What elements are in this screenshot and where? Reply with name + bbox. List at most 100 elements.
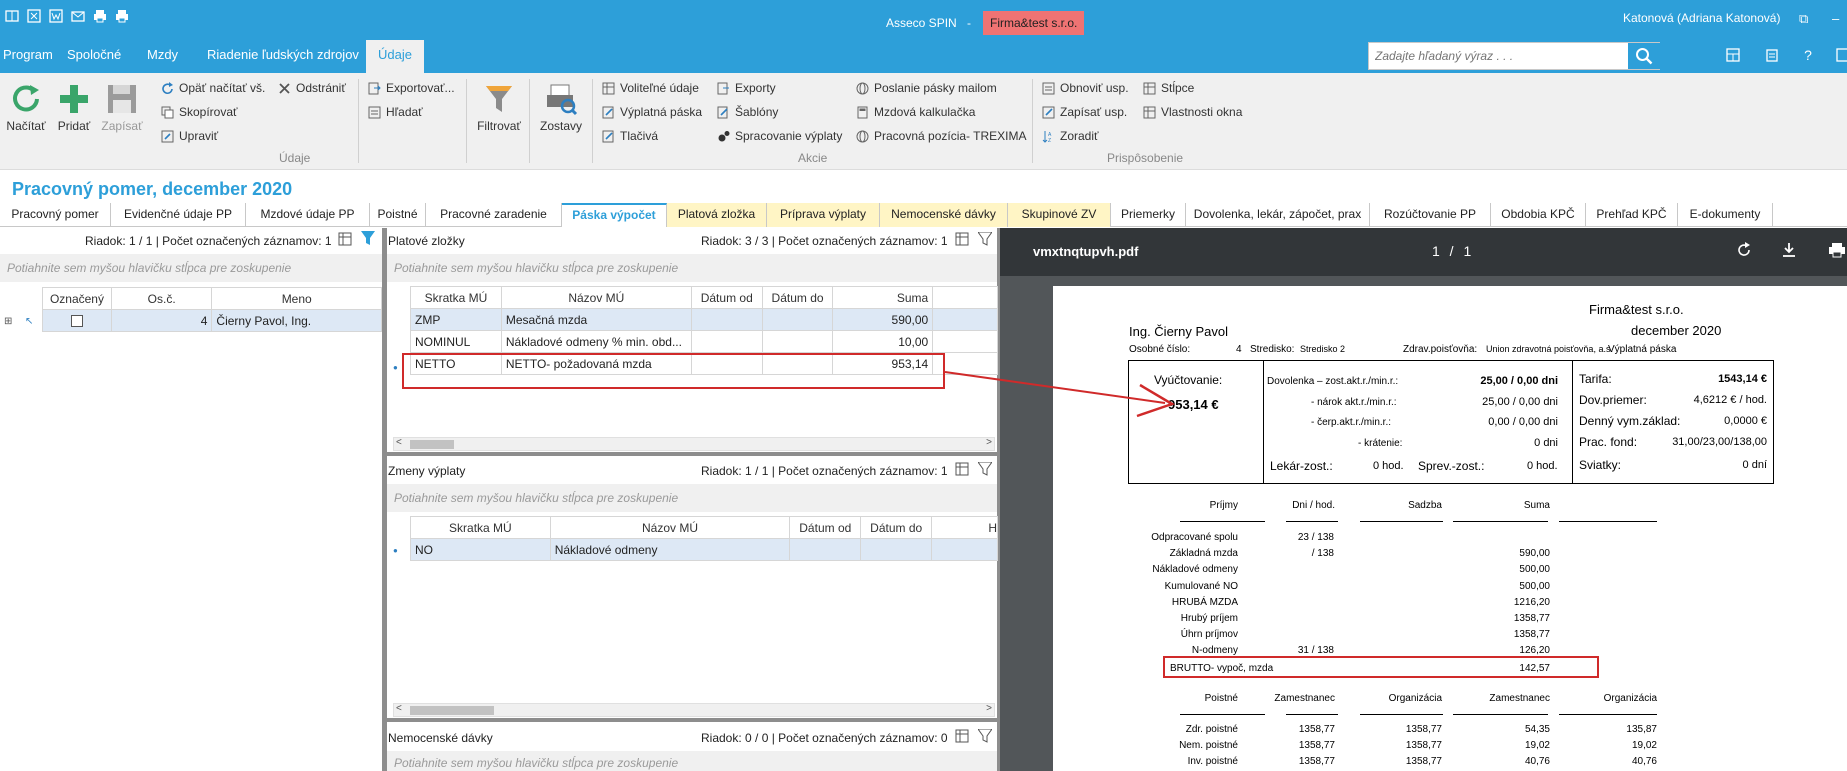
tab-pracovny-pomer[interactable]: Pracovný pomer [0,203,111,227]
help-icon[interactable]: ? [1797,44,1819,66]
minimize-window-icon[interactable]: – [1832,11,1839,26]
tab-pracovne-zaradenie[interactable]: Pracovné zaradenie [426,203,562,227]
word-icon[interactable] [48,8,64,24]
zostavy-button[interactable]: Zostavy [536,79,586,133]
platove-hscroll[interactable]: < > [393,437,995,451]
filter-active-icon[interactable] [361,231,375,249]
col-h[interactable]: H [931,516,998,539]
nemoc-filter-icon[interactable] [977,728,993,746]
tab-rozuctovanie[interactable]: Rozúčtovanie PP [1370,203,1491,227]
vyplatna-paska-button[interactable]: Výplatná páska [601,105,702,119]
pdf-print-icon[interactable] [1828,242,1846,261]
nemoc-columns-icon[interactable] [955,729,969,746]
tab-paska-vypocet[interactable]: Páska výpočet [562,203,667,227]
tab-platova-zlozka[interactable]: Platová zložka [667,203,767,227]
menu-program[interactable]: Program [3,40,53,73]
clipboard-icon[interactable] [1761,44,1783,66]
search-button[interactable] [1628,43,1660,69]
row-checkbox[interactable] [70,315,83,328]
print-icon[interactable] [92,8,108,24]
book-icon[interactable] [4,8,20,24]
col-osc[interactable]: Os.č. [110,287,213,310]
columns-chooser-icon[interactable] [338,232,352,249]
tab-priemerky[interactable]: Priemerky [1111,203,1186,227]
zmeny-hscroll[interactable]: < > [393,703,995,717]
scroll-left-icon[interactable]: < [396,437,402,448]
col-datum-do[interactable]: Dátum do [761,286,834,309]
table-row[interactable]: NO Nákladové odmeny [410,538,998,561]
platove-columns-icon[interactable] [955,232,969,249]
col-suma[interactable]: Suma [832,286,934,309]
zmeny-columns-icon[interactable] [955,462,969,479]
exportovat-button[interactable]: Exportovať... [367,81,455,95]
zoradit-button[interactable]: A Z Zoradiť [1041,129,1099,143]
tab-mzdove-udaje[interactable]: Mzdové údaje PP [246,203,370,227]
opat-nacitat-button[interactable]: Opäť načítať vš. [160,81,265,95]
skopirovat-button[interactable]: Skopírovať [160,105,238,119]
tab-e-dokumenty[interactable]: E-dokumenty [1678,203,1773,227]
expand-row-icon[interactable]: ⊞ [4,316,12,327]
exporty-button[interactable]: Exporty [716,81,776,95]
scroll-right-icon[interactable]: > [986,437,992,448]
sablony-button[interactable]: Šablóny [716,105,778,119]
mail-icon[interactable] [70,8,86,24]
scroll-thumb[interactable] [410,440,454,449]
excel-icon[interactable] [26,8,42,24]
zapisat-button[interactable]: Zapísať [98,79,146,133]
horizontal-splitter-1[interactable] [387,452,997,456]
col-meno[interactable]: Meno [211,287,382,310]
zapisat-usp-button[interactable]: Zapísať usp. [1041,105,1127,119]
col-nazov[interactable]: Názov MÚ [500,286,692,309]
print-preview-icon[interactable] [114,8,130,24]
tab-poistne[interactable]: Poistné [370,203,426,227]
user-name[interactable]: Katonová (Adriana Katonová) [1623,11,1780,25]
mzdova-kalkulacka-button[interactable]: Mzdová kalkulačka [855,105,975,119]
upravit-button[interactable]: Upraviť [160,129,218,143]
poslanie-pasky-button[interactable]: Poslanie pásky mailom [855,81,997,95]
checkbox-cell[interactable] [42,309,112,332]
col-skratka[interactable]: Skratka MÚ [410,516,551,539]
hladat-button[interactable]: Hľadať [367,105,423,119]
col-datum-od[interactable]: Dátum od [690,286,763,309]
restore-window-icon[interactable]: ⧉ [1799,11,1808,27]
menu-riadenie[interactable]: Riadenie ľudských zdrojov [207,40,359,73]
col-datum-od[interactable]: Dátum od [789,516,862,539]
vlastnosti-okna-button[interactable]: Vlastnosti okna [1142,105,1242,119]
menu-mzdy[interactable]: Mzdy [147,40,178,73]
download-icon[interactable] [1781,242,1797,261]
rotate-icon[interactable] [1736,242,1752,261]
tab-priprava-vyplaty[interactable]: Príprava výplaty [767,203,880,227]
filtrovat-button[interactable]: Filtrovať [474,79,524,133]
volitelne-udaje-button[interactable]: Voliteľné údaje [601,81,699,95]
menu-spolocne[interactable]: Spoločné [67,40,121,73]
pridat-button[interactable]: Pridať [50,79,98,133]
obnovit-usp-button[interactable]: Obnoviť usp. [1041,81,1129,95]
scroll-right-icon[interactable]: > [986,703,992,714]
spracovanie-vyplaty-button[interactable]: Spracovanie výplaty [716,129,842,143]
table-row[interactable]: 4 Čierny Pavol, Ing. [42,309,382,332]
tab-dovolenka[interactable]: Dovolenka, lekár, zápočet, prax [1186,203,1370,227]
col-skratka[interactable]: Skratka MÚ [410,286,502,309]
layout-icon[interactable] [1722,44,1744,66]
tab-obdobia-kpc[interactable]: Obdobia KPČ [1491,203,1586,227]
search-input[interactable] [1369,43,1625,69]
tab-skupinove-zv[interactable]: Skupinové ZV [1008,203,1111,227]
panel-icon[interactable] [1832,44,1847,66]
tab-prehlad-kpc[interactable]: Prehľad KPČ [1586,203,1678,227]
stlpce-button[interactable]: Stĺpce [1142,81,1194,95]
tlaciva-button[interactable]: Tlačivá [601,129,658,143]
col-oznaceny[interactable]: Označený [42,287,112,310]
scroll-thumb[interactable] [410,706,494,715]
horizontal-splitter-2[interactable] [387,718,997,722]
company-badge[interactable]: Firma&test s.r.o. [983,11,1085,35]
zmeny-filter-icon[interactable] [977,461,993,479]
nacitat-button[interactable]: Načítať [2,79,50,133]
tab-nemocenske-davky[interactable]: Nemocenské dávky [880,203,1008,227]
odstranit-button[interactable]: Odstrániť [277,81,346,95]
table-row[interactable]: ZMP Mesačná mzda 590,00 [410,308,998,331]
menu-udaje[interactable]: Údaje [366,40,424,73]
table-row[interactable]: NOMINUL Nákladové odmeny % min. obd... 1… [410,330,998,353]
col-datum-do[interactable]: Dátum do [860,516,933,539]
col-nazov[interactable]: Názov MÚ [549,516,791,539]
scroll-left-icon[interactable]: < [396,703,402,714]
